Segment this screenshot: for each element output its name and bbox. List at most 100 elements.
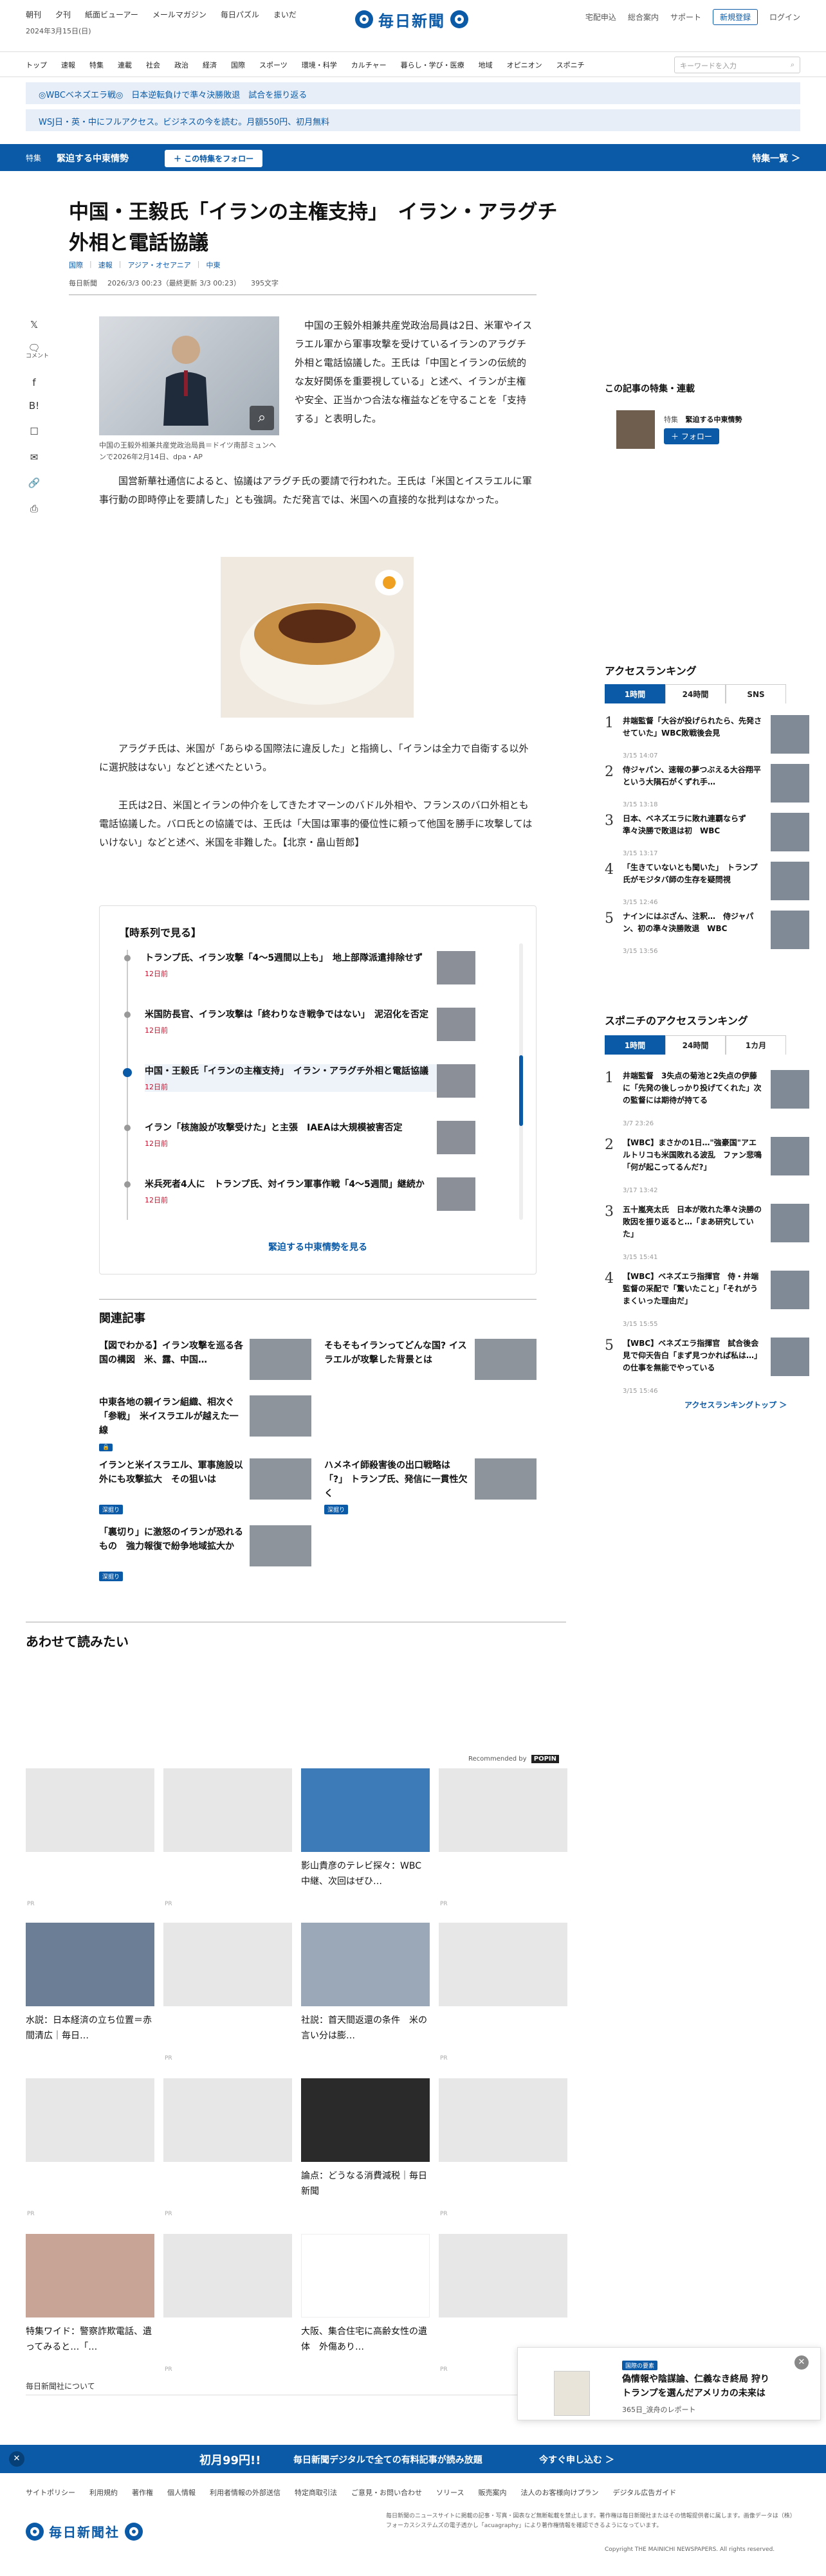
related-text[interactable]: 【図でわかる】イラン攻撃を巡る各国の構図 米、露、中国… [99,1339,246,1367]
recommend-card[interactable]: PR [163,2234,292,2375]
recommend-text[interactable]: 特集ワイド：警察詐欺電話、遺ってみると…「… [26,2324,154,2355]
nav-item[interactable]: 特集 [89,60,104,70]
rank-headline[interactable]: 日本、ベネズエラに敗れ連覇ならず 準々決勝で敗退は初 WBC [623,813,764,837]
recommend-card[interactable]: PR [439,1923,567,2064]
support-link[interactable]: サポート [670,12,701,23]
ranking-tab[interactable]: 1カ月 [726,1035,786,1055]
ranking-item[interactable]: 4 【WBC】ベネズエラ指揮官 侍・井端監督の采配で「驚いたこと」「それがうまくい… [605,1271,809,1335]
footer-link[interactable]: 著作権 [132,2487,153,2498]
recommend-thumb[interactable] [301,1923,430,2006]
recommend-card[interactable]: PR [163,2078,292,2220]
feature-title[interactable]: 緊迫する中東情勢 [57,152,129,165]
rank-thumb[interactable] [771,1070,809,1109]
subscribe-cta[interactable]: 今すぐ申し込む ＞ [539,2453,614,2466]
timeline-thumb[interactable] [437,1177,475,1211]
utility-link[interactable]: 夕刊 [55,9,71,20]
timeline-item[interactable]: イラン「核施設が攻撃受けた」と主張 IAEAは大規模被害否定 12日前 [145,1121,447,1148]
recommend-thumb[interactable] [439,1923,567,2006]
rank-thumb[interactable] [771,1338,809,1376]
recommend-text[interactable]: 水説：日本経済の立ち位置＝赤間清広｜毎日… [26,2013,154,2044]
feature-name[interactable]: 緊迫する中東情勢 [686,415,742,424]
timeline-headline[interactable]: イラン「核施設が攻撃受けた」と主張 IAEAは大規模被害否定 [145,1121,447,1136]
recommend-card[interactable]: 社説：首天間返還の条件 米の言い分は膨… [301,1923,430,2064]
article-photo[interactable]: ⌕ [99,316,279,435]
utility-link[interactable]: 紙面ビューアー [85,9,138,20]
footer-link[interactable]: 販売案内 [478,2487,506,2498]
rank-thumb[interactable] [771,862,809,900]
category-link[interactable]: 速報 [98,260,113,270]
utility-link[interactable]: メールマガジン [152,9,206,20]
rank-headline[interactable]: 侍ジャパン、速報の夢つぶえる大谷翔平という大隕石がくずれ手… [623,764,764,788]
category-link[interactable]: 国際 [69,260,83,270]
rank-thumb[interactable] [771,1271,809,1309]
ranking-more-link[interactable]: アクセスランキングトップ ＞ [684,1399,787,1410]
close-icon[interactable]: ✕ [9,2451,24,2467]
timeline-item[interactable]: 中国・王毅氏「イランの主権支持」 イラン・アラグチ外相と電話協議 12日前 [145,1064,447,1092]
footer-logo[interactable]: 毎日新聞社 [26,2522,143,2541]
nav-item[interactable]: オピニオン [507,60,542,70]
footer-link[interactable]: 利用者情報の外部送信 [210,2487,280,2498]
rank-headline[interactable]: 「生きていないとも聞いた」 トランプ氏がモジタバ師の生存を疑問視 [623,862,764,886]
delivery-link[interactable]: 宅配申込 [585,12,616,23]
search-icon[interactable]: ⌕ [791,60,794,69]
link-icon[interactable]: 🔗 [27,476,41,490]
timeline-headline[interactable]: 米国防長官、イラン攻撃は「終わりなき戦争ではない」 泥沼化を否定 [145,1008,447,1022]
nav-item[interactable]: 経済 [203,60,217,70]
recommend-text[interactable]: 影山貴彦のテレビ探々：WBC中継、次回はぜひ… [301,1858,430,1889]
search-input[interactable]: キーワードを入力 ⌕ [674,57,800,73]
timeline-thumb[interactable] [437,951,475,984]
rank-headline[interactable]: 【WBC】ベネズエラ指揮官 試合後会見で仰天告白「まず見つかれば私は…」の仕事を… [623,1338,764,1374]
recommend-thumb[interactable] [301,2078,430,2162]
related-text[interactable]: ハメネイ師殺害後の出口戦略は「?」 トランプ氏、発信に一貫性欠く [324,1458,471,1501]
zoom-icon[interactable]: ⌕ [250,406,274,430]
nav-item[interactable]: 暮らし・学び・医療 [401,60,464,70]
rank-headline[interactable]: ナインにはぶざん、注釈… 侍ジャパン、初の準々決勝敗退 WBC [623,911,764,935]
subscribe-bar[interactable]: ✕ 初月99円!! 毎日新聞デジタルで全ての有料記事が読み放題 今すぐ申し込む … [0,2445,826,2473]
related-thumb[interactable] [250,1395,311,1437]
guide-link[interactable]: 総合案内 [628,12,659,23]
related-item[interactable] [324,1395,539,1453]
rank-thumb[interactable] [771,911,809,949]
site-logo[interactable]: 毎日新聞 [355,6,468,32]
related-item[interactable]: 中東各地の親イラン組織、相次ぐ「参戦」 米イスラエルが越えた一線 🔒 [99,1395,314,1453]
recommend-card[interactable]: PR [26,2078,154,2220]
ranking-item[interactable]: 3 五十嵐亮太氏 日本が敗れた準々決勝の敗因を振り返ると…「まあ研究していた」 3/… [605,1204,809,1268]
recommend-text[interactable]: 社説：首天間返還の条件 米の言い分は膨… [301,2013,430,2044]
recommend-thumb[interactable] [163,2078,292,2162]
timeline-item[interactable]: トランプ氏、イラン攻撃「4～5週間以上も」 地上部隊派遣排除せず 12日前 [145,951,447,979]
timeline-item[interactable]: 米国防長官、イラン攻撃は「終わりなき戦争ではない」 泥沼化を否定 12日前 [145,1008,447,1035]
hatena-icon[interactable]: B! [27,399,41,413]
recommend-thumb[interactable] [26,1768,154,1852]
nav-item[interactable]: 速報 [61,60,75,70]
recommend-card[interactable]: 水説：日本経済の立ち位置＝赤間清広｜毎日… [26,1923,154,2064]
category-link[interactable]: 中東 [206,260,221,270]
related-item[interactable]: ハメネイ師殺害後の出口戦略は「?」 トランプ氏、発信に一貫性欠く 深掘り [324,1458,539,1516]
ad-image[interactable] [221,557,414,718]
related-thumb[interactable] [475,1339,537,1380]
timeline-thumb[interactable] [437,1008,475,1041]
recommend-thumb[interactable] [439,2234,567,2317]
recommend-card[interactable]: PR [439,2078,567,2220]
scroll-thumb[interactable] [519,1055,523,1126]
nav-item[interactable]: 連載 [118,60,132,70]
rank-headline[interactable]: 井端監督 3失点の菊池と2失点の伊藤に「先発の後しっかり投げてくれた」次の監督に… [623,1070,764,1107]
related-item[interactable]: 「裏切り」に激怒のイランが恐れるもの 強力報復で紛争地域拡大か 深掘り [99,1525,314,1583]
recommend-card[interactable]: PR [163,1768,292,1910]
recommend-card[interactable]: 論点：どうなる消費減税｜毎日新聞 [301,2078,430,2220]
footer-link[interactable]: 個人情報 [167,2487,196,2498]
related-thumb[interactable] [250,1458,311,1500]
related-item[interactable]: イランと米イスラエル、軍事施設以外にも攻撃拡大 その狙いは 深掘り [99,1458,314,1516]
article-popup[interactable]: 国際の要素 偽情報や陰謀論、仁義なき終局 狩りトランプを選んだアメリカの未来は … [517,2347,821,2420]
ranking-tab[interactable]: 1時間 [605,1035,665,1055]
nav-item[interactable]: カルチャー [351,60,387,70]
footer-link[interactable]: デジタル広告ガイド [612,2487,676,2498]
related-text[interactable]: そもそもイランってどんな国? イスラエルが攻撃した背景とは [324,1339,471,1367]
related-thumb[interactable] [250,1525,311,1566]
related-item[interactable]: そもそもイランってどんな国? イスラエルが攻撃した背景とは [324,1339,539,1397]
signup-button[interactable]: 新規登録 [712,9,758,25]
nav-item[interactable]: 政治 [174,60,188,70]
ranking-item[interactable]: 5 【WBC】ベネズエラ指揮官 試合後会見で仰天告白「まず見つかれば私は…」の仕事… [605,1338,809,1402]
recommend-card[interactable]: 特集ワイド：警察詐欺電話、遺ってみると…「… [26,2234,154,2375]
recommend-thumb[interactable] [301,1768,430,1852]
nav-item[interactable]: 地域 [479,60,493,70]
